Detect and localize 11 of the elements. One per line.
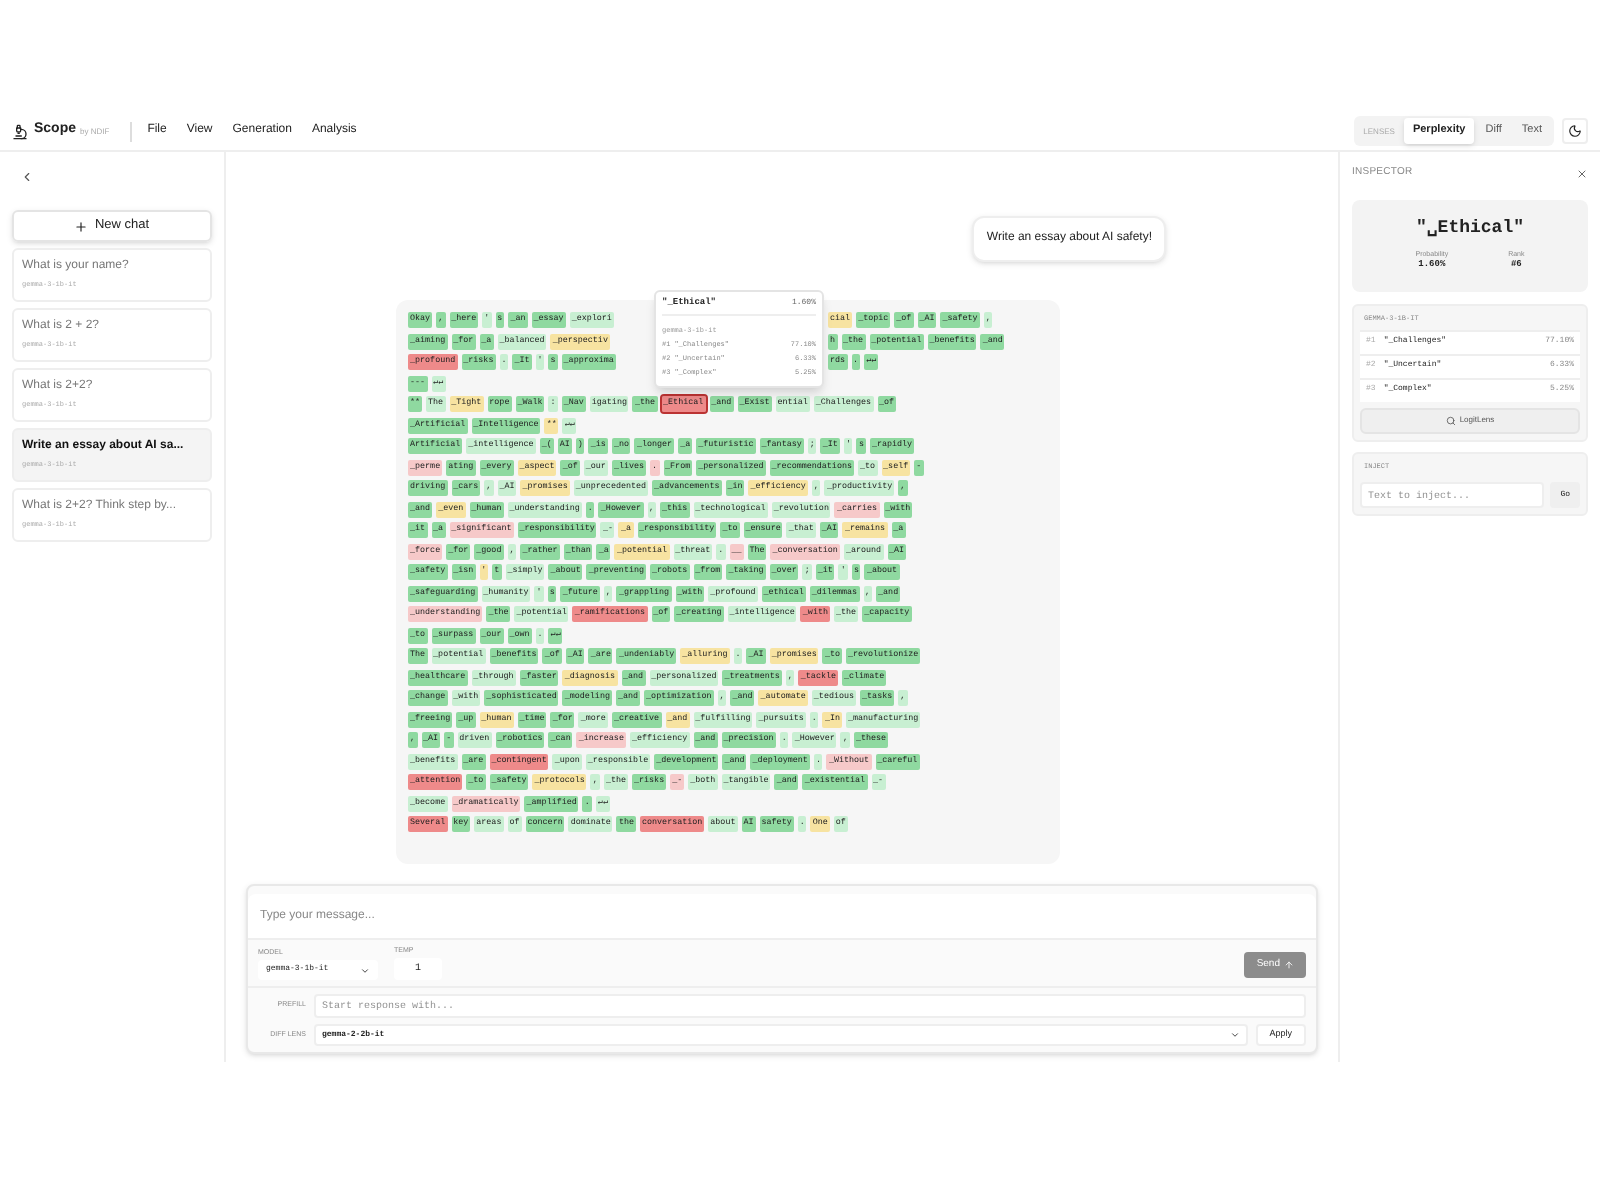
theme-toggle-button[interactable] [1562,118,1588,144]
microscope-icon [12,123,28,139]
chevron-down-icon [360,965,370,975]
inspected-token: "␣Ethical" [1415,216,1525,243]
moon-icon [1568,124,1582,138]
chevron-down-icon [1229,1030,1240,1040]
search-icon [1445,415,1456,426]
back-icon[interactable] [20,170,34,184]
close-icon[interactable] [1576,167,1588,180]
plus-icon [74,219,89,233]
arrow-up-icon [1284,960,1294,970]
